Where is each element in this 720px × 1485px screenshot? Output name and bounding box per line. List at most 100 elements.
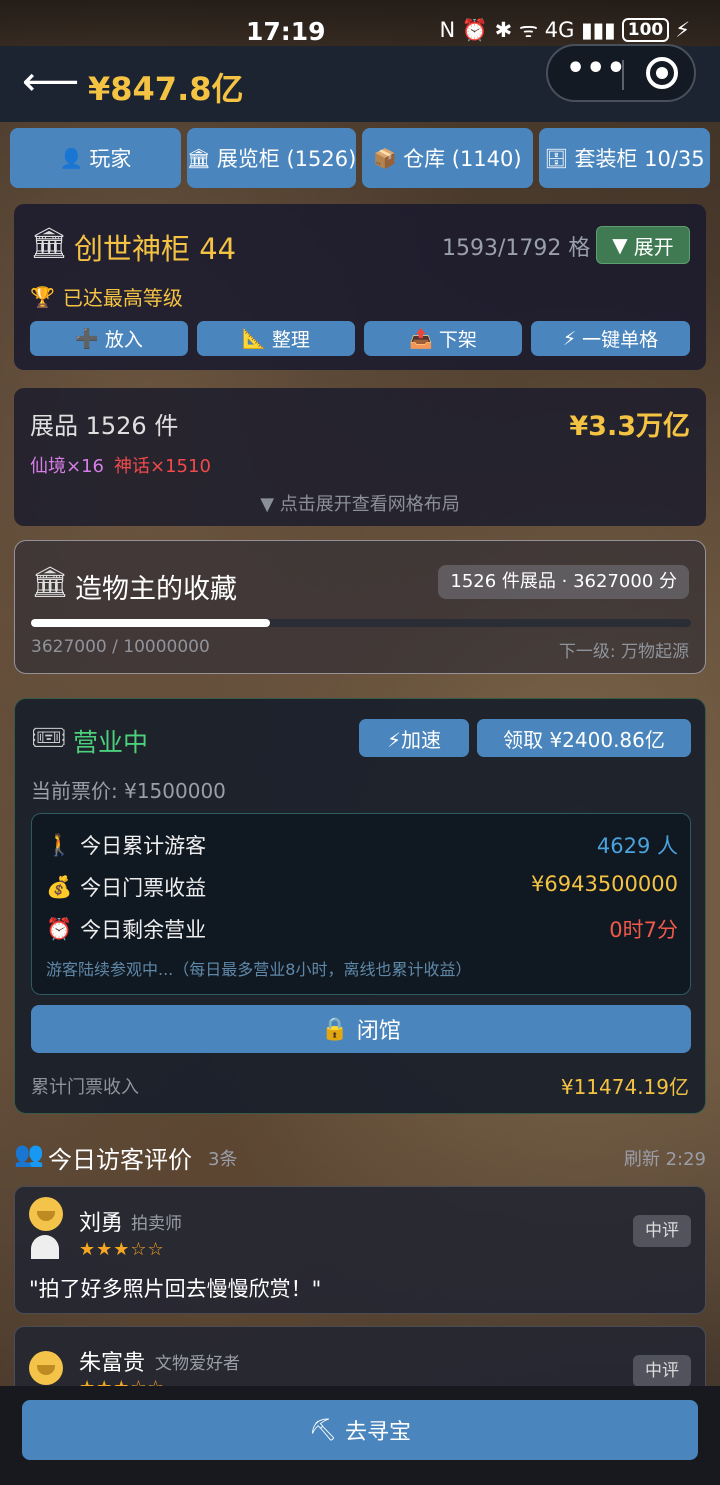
- tab-set-cabinet[interactable]: 🗄 套装柜 10/35: [539, 128, 710, 188]
- miniprogram-capsule: •••: [546, 44, 696, 102]
- ruler-icon: 📐: [242, 328, 266, 350]
- speed-up-button[interactable]: ⚡加速: [359, 719, 469, 757]
- cumulative-value: ¥11474.19亿: [560, 1075, 689, 1099]
- refresh-timer: 刷新 2:29: [623, 1149, 706, 1170]
- rarity-shenhua: 神话×1510: [114, 456, 211, 477]
- reviewer-role: 拍卖师: [131, 1214, 182, 1234]
- battery-icon: 100: [621, 18, 670, 42]
- reviews-header: 👥 今日访客评价 3条 刷新 2:29: [14, 1138, 706, 1174]
- status-bar: 17:19 N ⏰ ✱ ᯤ 4G ▮▮▮ 100 ⚡: [0, 0, 720, 46]
- tab-label: 套装柜 10/35: [574, 147, 705, 171]
- close-miniprogram-icon[interactable]: [646, 57, 678, 89]
- collection-progress-text: 3627000 / 10000000: [31, 637, 210, 657]
- action-label: 整理: [271, 329, 310, 351]
- tab-label: 仓库 (1140): [403, 147, 522, 171]
- reviews-title: 今日访客评价: [48, 1146, 192, 1174]
- lightning-icon: ⚡: [562, 327, 577, 350]
- museum-icon: 🏛: [30, 226, 69, 261]
- ticket-price: 当前票价: ¥1500000: [31, 779, 226, 803]
- exhibit-count: 展品 1526 件: [30, 412, 179, 440]
- cabinet-card: 🏛 创世神柜 44 1593/1792 格 ▼ 展开 🏆 已达最高等级 ➕ 放入…: [14, 204, 706, 370]
- stats-note: 游客陆续参观中...（每日最多营业8小时，离线也累计收益）: [46, 960, 472, 979]
- tab-showcase[interactable]: 🏛 展览柜 (1526): [187, 128, 356, 188]
- cabinet-slots: 1593/1792 格: [442, 236, 591, 261]
- money-bag-icon: 💰: [46, 874, 73, 899]
- treasure-label: 去寻宝: [344, 1420, 411, 1445]
- close-museum-button[interactable]: 🔒 闭馆: [31, 1005, 691, 1053]
- stat-value: 0时7分: [609, 918, 678, 942]
- go-treasure-hunt-button[interactable]: ⛏ 去寻宝: [22, 1400, 698, 1460]
- cumulative-label: 累计门票收入: [31, 1077, 139, 1098]
- expand-grid-hint[interactable]: ▼ 点击展开查看网格布局: [14, 490, 706, 516]
- avatar: [29, 1351, 63, 1385]
- capsule-divider: [622, 60, 624, 90]
- reviewer-name: 刘勇: [79, 1211, 124, 1236]
- museum-icon: 🏛: [31, 565, 70, 600]
- rating-stars: ★★★☆☆: [79, 1239, 165, 1260]
- collection-progress-fill: [31, 619, 271, 627]
- outbox-icon: 📤: [409, 328, 433, 350]
- cabinet-icon: 🗄: [544, 147, 569, 170]
- status-time: 17:19: [246, 17, 326, 46]
- put-in-button[interactable]: ➕ 放入: [30, 321, 188, 356]
- collection-progress-bar: [31, 619, 691, 627]
- cabinet-title: 创世神柜 44: [74, 232, 237, 266]
- max-level: 🏆 已达最高等级: [30, 282, 183, 311]
- avatar-body-icon: [31, 1235, 59, 1259]
- today-stats: 🚶 今日累计游客 4629 人 💰 今日门票收益 ¥6943500000 ⏰ 今…: [31, 813, 691, 995]
- stat-value: 4629 人: [596, 834, 678, 858]
- rating-tag: 中评: [633, 1355, 691, 1387]
- triangle-down-icon: ▼: [612, 233, 628, 257]
- more-icon[interactable]: •••: [566, 54, 626, 84]
- tab-label: 展览柜 (1526): [216, 147, 356, 171]
- reviewer-name: 朱富贵: [79, 1351, 146, 1376]
- avatar: [29, 1197, 63, 1231]
- reviewer-role: 文物爱好者: [155, 1354, 240, 1374]
- user-icon: 👤: [59, 147, 84, 170]
- exhibits-summary[interactable]: 展品 1526 件 ¥3.3万亿 仙境×16 神话×1510 ▼ 点击展开查看网…: [14, 388, 706, 526]
- tab-player[interactable]: 👤 玩家: [10, 128, 181, 188]
- action-label: 一键单格: [582, 329, 659, 351]
- expand-label: 展开: [633, 234, 674, 259]
- claim-button[interactable]: 领取 ¥2400.86亿: [477, 719, 691, 757]
- business-status: 营业中: [73, 728, 149, 757]
- plus-icon: ➕: [75, 328, 99, 350]
- stat-remaining-time: ⏰ 今日剩余营业 0时7分: [46, 914, 678, 944]
- tab-warehouse[interactable]: 📦 仓库 (1140): [362, 128, 533, 188]
- close-label: 闭馆: [356, 1019, 401, 1044]
- pickaxe-icon: ⛏: [309, 1417, 337, 1443]
- exhibit-value: ¥3.3万亿: [569, 411, 690, 442]
- people-icon: 👥: [14, 1140, 44, 1168]
- tab-bar: 👤 玩家 🏛 展览柜 (1526) 📦 仓库 (1140) 🗄 套装柜 10/3…: [10, 128, 710, 188]
- take-down-button[interactable]: 📤 下架: [364, 321, 522, 356]
- reviews-count: 3条: [208, 1149, 238, 1170]
- back-arrow-icon[interactable]: ⟵: [22, 60, 79, 104]
- review-card: 刘勇 拍卖师 ★★★☆☆ 中评 "拍了好多照片回去慢慢欣赏！": [14, 1186, 706, 1314]
- charging-icon: ⚡: [675, 18, 690, 42]
- stat-label: 今日累计游客: [80, 834, 207, 858]
- rating-tag: 中评: [633, 1215, 691, 1247]
- stat-value: ¥6943500000: [531, 872, 678, 896]
- trophy-icon: 🏆: [30, 284, 55, 309]
- stat-visitors: 🚶 今日累计游客 4629 人: [46, 830, 678, 860]
- organize-button[interactable]: 📐 整理: [197, 321, 355, 356]
- collection-card: 🏛 造物主的收藏 1526 件展品 · 3627000 分 3627000 / …: [14, 540, 706, 674]
- ticket-icon: 🎟: [31, 721, 67, 754]
- max-level-text: 已达最高等级: [62, 286, 183, 310]
- box-icon: 📦: [373, 147, 398, 170]
- expand-button[interactable]: ▼ 展开: [596, 226, 690, 264]
- one-click-single-button[interactable]: ⚡ 一键单格: [531, 321, 690, 356]
- review-text: "拍了好多照片回去慢慢欣赏！": [29, 1277, 322, 1301]
- bottom-bar: ⛏ 去寻宝: [0, 1386, 720, 1485]
- next-level-text: 下一级: 万物起源: [558, 642, 689, 662]
- action-label: 下架: [438, 329, 477, 351]
- collection-title: 造物主的收藏: [75, 574, 237, 605]
- tab-label: 玩家: [89, 147, 132, 171]
- action-label: 放入: [104, 329, 143, 351]
- stat-label: 今日门票收益: [80, 876, 207, 900]
- rarity-xianjing: 仙境×16: [30, 456, 104, 477]
- signal-icons: N ⏰ ✱ ᯤ 4G ▮▮▮: [439, 18, 616, 42]
- balance: ¥847.8亿: [88, 70, 244, 108]
- collection-badge: 1526 件展品 · 3627000 分: [438, 565, 689, 599]
- stat-label: 今日剩余营业: [80, 918, 207, 942]
